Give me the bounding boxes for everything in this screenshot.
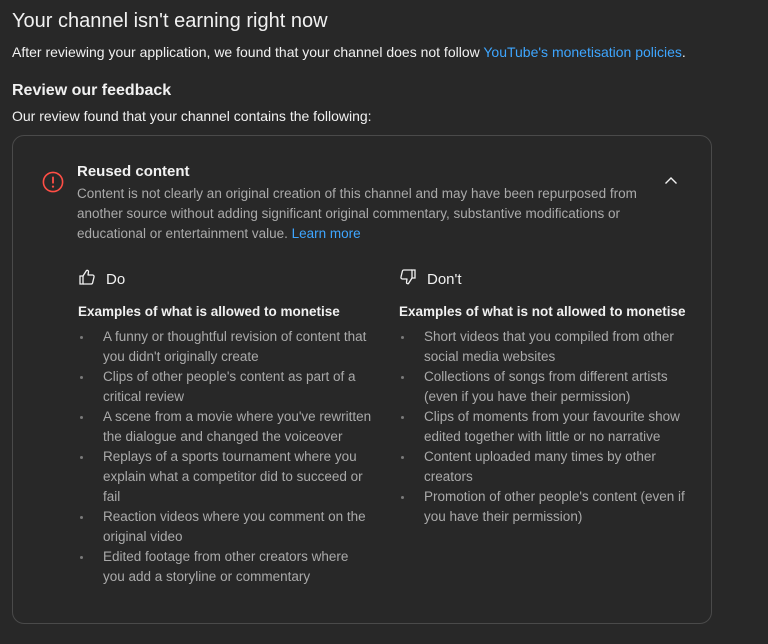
intro-text-end: . xyxy=(681,44,686,60)
list-item: A funny or thoughtful revision of conten… xyxy=(78,327,373,367)
monetisation-status-page: Your channel isn't earning right now Aft… xyxy=(0,0,768,644)
list-item: Reaction videos where you comment on the… xyxy=(78,507,373,547)
intro-text: After reviewing your application, we fou… xyxy=(12,42,768,62)
issue-description: Content is not clearly an original creat… xyxy=(77,184,637,244)
list-item: Content uploaded many times by other cre… xyxy=(399,447,689,487)
dont-list: Short videos that you compiled from othe… xyxy=(399,327,689,527)
do-column: Do Examples of what is allowed to moneti… xyxy=(78,268,373,587)
dont-header: Don't xyxy=(399,268,689,290)
dont-column: Don't Examples of what is not allowed to… xyxy=(399,268,689,527)
issue-title: Reused content xyxy=(77,163,190,180)
list-item: Short videos that you compiled from othe… xyxy=(399,327,689,367)
monetisation-policies-link[interactable]: YouTube's monetisation policies xyxy=(483,44,682,60)
thumbs-down-icon xyxy=(399,268,427,290)
review-subheading: Our review found that your channel conta… xyxy=(12,108,372,124)
do-list: A funny or thoughtful revision of conten… xyxy=(78,327,373,587)
list-item: Clips of other people's content as part … xyxy=(78,367,373,407)
chevron-up-icon[interactable] xyxy=(663,173,679,189)
do-label: Do xyxy=(106,270,126,288)
list-item: Collections of songs from different arti… xyxy=(399,367,689,407)
list-item: Edited footage from other creators where… xyxy=(78,547,373,587)
review-heading: Review our feedback xyxy=(12,82,172,99)
learn-more-link[interactable]: Learn more xyxy=(292,226,361,241)
reused-content-card: Reused content Content is not clearly an… xyxy=(12,135,712,624)
list-item: Clips of moments from your favourite sho… xyxy=(399,407,689,447)
list-item: Replays of a sports tournament where you… xyxy=(78,447,373,507)
list-item: Promotion of other people's content (eve… xyxy=(399,487,689,527)
dont-label: Don't xyxy=(427,270,462,288)
dont-examples-title: Examples of what is not allowed to monet… xyxy=(399,304,686,319)
list-item: A scene from a movie where you've rewrit… xyxy=(78,407,373,447)
alert-circle-icon xyxy=(42,171,64,193)
intro-text-body: After reviewing your application, we fou… xyxy=(12,44,484,60)
thumbs-up-icon xyxy=(78,268,106,290)
do-header: Do xyxy=(78,268,373,290)
page-title: Your channel isn't earning right now xyxy=(12,10,328,32)
do-examples-title: Examples of what is allowed to monetise xyxy=(78,304,340,319)
